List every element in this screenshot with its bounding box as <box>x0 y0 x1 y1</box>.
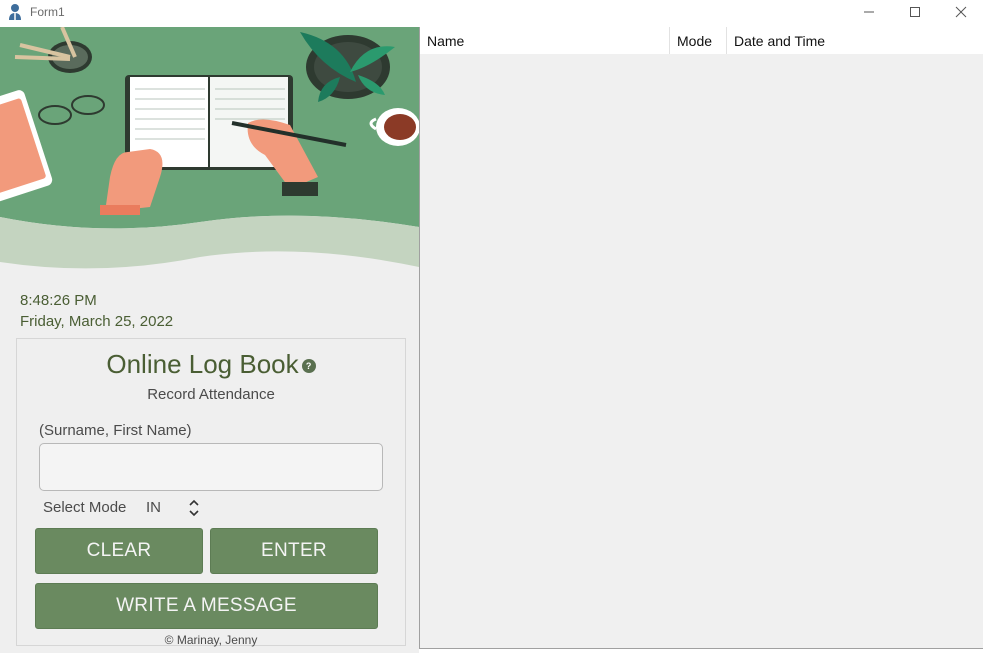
write-message-button[interactable]: WRITE A MESSAGE <box>35 583 378 629</box>
column-header-name[interactable]: Name <box>420 27 670 54</box>
maximize-icon <box>910 7 920 17</box>
close-button[interactable] <box>938 0 983 24</box>
window-title: Form1 <box>30 5 65 19</box>
left-panel: 8:48:26 PM Friday, March 25, 2022 Online… <box>0 27 419 653</box>
current-date: Friday, March 25, 2022 <box>20 313 174 330</box>
column-header-mode[interactable]: Mode <box>670 27 727 54</box>
current-time: 8:48:26 PM <box>20 292 97 309</box>
close-icon <box>955 6 967 18</box>
grid-header: Name Mode Date and Time <box>420 27 983 54</box>
column-header-date-time[interactable]: Date and Time <box>727 27 983 54</box>
form-title-row: Online Log Book? <box>17 349 405 380</box>
app-user-icon <box>9 4 21 20</box>
form-title: Online Log Book <box>106 349 299 379</box>
help-icon[interactable]: ? <box>301 359 316 374</box>
desk-illustration <box>0 27 419 279</box>
mode-label: Select Mode <box>43 499 127 516</box>
copyright: © Marinay, Jenny <box>164 633 258 647</box>
attendance-grid[interactable]: Name Mode Date and Time <box>419 27 983 649</box>
form-subtitle: Record Attendance <box>147 386 275 403</box>
name-input[interactable] <box>39 443 383 491</box>
minimize-icon <box>864 11 874 13</box>
clock: 8:48:26 PM Friday, March 25, 2022 <box>20 290 173 332</box>
minimize-button[interactable] <box>846 0 892 24</box>
title-bar: Form1 <box>0 0 983 27</box>
mode-select-value[interactable]: IN <box>146 499 161 516</box>
name-field-label: (Surname, First Name) <box>39 422 192 439</box>
enter-button[interactable]: ENTER <box>210 528 378 574</box>
maximize-button[interactable] <box>892 0 938 24</box>
mode-spinner-icon[interactable] <box>187 496 201 520</box>
logbook-form: Online Log Book? Record Attendance (Surn… <box>16 338 406 647</box>
clear-button[interactable]: CLEAR <box>35 528 203 574</box>
